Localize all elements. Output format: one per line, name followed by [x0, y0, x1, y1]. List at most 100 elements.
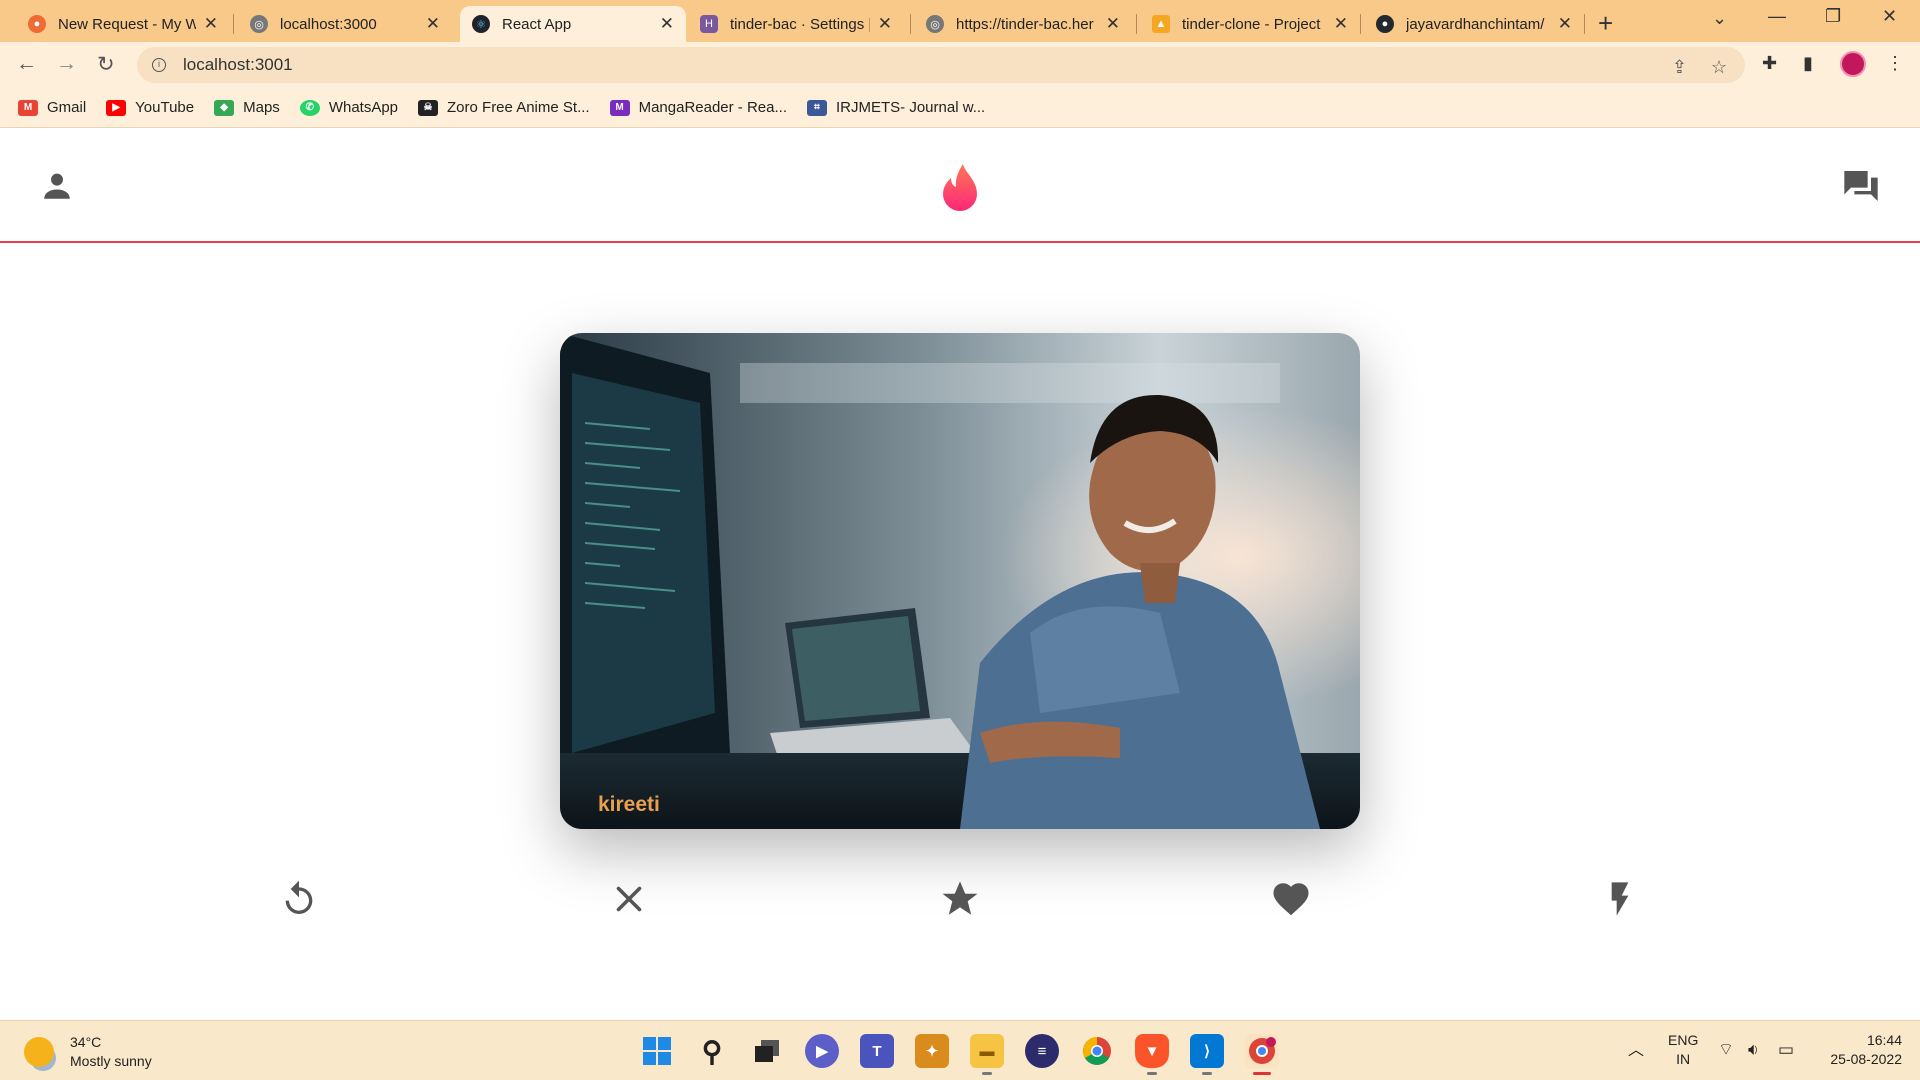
- app-header: [0, 128, 1920, 243]
- tab-label: tinder-bac · Settings |: [730, 15, 870, 33]
- zoro-icon: ☠: [418, 99, 439, 116]
- minimize-button[interactable]: —: [1768, 6, 1786, 27]
- close-icon[interactable]: ✕: [204, 14, 218, 34]
- weather-sun-icon: [24, 1037, 54, 1067]
- reload-button[interactable]: ↻: [97, 52, 115, 77]
- volume-icon[interactable]: 🔉︎: [1748, 1040, 1759, 1059]
- taskbar: 34°C Mostly sunny ⚲ ▶ T ✦ ▬ ≡ ▼ ⟩ ︿ ENG …: [0, 1020, 1920, 1080]
- forward-button[interactable]: →: [56, 52, 77, 76]
- restore-button[interactable]: ❐: [1825, 6, 1841, 27]
- bookmark-gmail[interactable]: M Gmail: [18, 99, 86, 116]
- lang-bottom: IN: [1676, 1051, 1691, 1067]
- tab-tinder-bac-heroku[interactable]: ◎ https://tinder-bac.her ✕: [914, 6, 1132, 42]
- bookmark-whatsapp[interactable]: ✆ WhatsApp: [299, 99, 399, 116]
- show-hidden-icons-icon[interactable]: ︿: [1628, 1041, 1644, 1060]
- extensions-icon[interactable]: ✚: [1762, 53, 1777, 74]
- card-photo: [560, 333, 1360, 829]
- bookmark-zoro[interactable]: ☠ Zoro Free Anime St...: [418, 99, 590, 116]
- whatsapp-icon: ✆: [299, 99, 320, 116]
- bookmark-youtube[interactable]: ▶ YouTube: [106, 99, 194, 116]
- close-icon[interactable]: ✕: [426, 14, 440, 34]
- close-icon[interactable]: ✕: [1106, 14, 1120, 34]
- tab-separator: [1136, 14, 1137, 34]
- puzzle-app-icon[interactable]: ✦: [915, 1034, 949, 1068]
- close-icon[interactable]: ✕: [878, 14, 892, 34]
- undo-button[interactable]: [275, 875, 323, 923]
- back-button[interactable]: ←: [16, 52, 37, 76]
- tab-label: jayavardhanchintam/: [1406, 15, 1545, 33]
- language-indicator[interactable]: ENG IN: [1668, 1031, 1698, 1069]
- chrome-icon[interactable]: [1080, 1034, 1114, 1068]
- share-icon[interactable]: ⇪: [1672, 57, 1687, 78]
- chat-app-icon[interactable]: ▶: [805, 1034, 839, 1068]
- windows-start-icon[interactable]: [640, 1034, 674, 1068]
- tab-search-icon[interactable]: ⌄: [1712, 8, 1727, 29]
- tab-github[interactable]: ● jayavardhanchintam/ ✕: [1364, 6, 1584, 42]
- chat-icon[interactable]: [1840, 166, 1882, 206]
- site-info-icon[interactable]: i: [152, 58, 166, 72]
- close-icon: [616, 886, 642, 912]
- profile-card[interactable]: kireeti: [560, 333, 1360, 829]
- profile-avatar[interactable]: [1840, 51, 1866, 77]
- eclipse-icon[interactable]: ≡: [1025, 1034, 1059, 1068]
- close-icon[interactable]: ✕: [660, 14, 674, 34]
- superlike-button[interactable]: [936, 875, 984, 923]
- side-panel-icon[interactable]: ▮: [1803, 53, 1813, 74]
- file-explorer-icon[interactable]: ▬: [970, 1034, 1004, 1075]
- chrome-profile-icon[interactable]: [1245, 1034, 1279, 1075]
- address-toolbar: ← → ↻ i localhost:3001 ⇪ ☆: [0, 42, 1920, 88]
- url-text[interactable]: localhost:3001: [183, 55, 293, 75]
- gmail-icon: M: [18, 99, 38, 116]
- mangareader-icon: M: [609, 99, 630, 116]
- bookmark-maps[interactable]: ◆ Maps: [214, 99, 280, 116]
- clock[interactable]: 16:44 25-08-2022: [1818, 1031, 1902, 1069]
- boost-button[interactable]: [1596, 875, 1644, 923]
- vscode-icon[interactable]: ⟩: [1190, 1034, 1224, 1075]
- weather-widget[interactable]: 34°C Mostly sunny: [24, 1033, 152, 1071]
- teams-icon[interactable]: T: [860, 1034, 894, 1068]
- task-view-icon[interactable]: [750, 1034, 784, 1068]
- bookmark-irjmets[interactable]: ⌗ IRJMETS- Journal w...: [807, 99, 985, 116]
- tab-firebase-project[interactable]: ▲ tinder-clone - Project ✕: [1140, 6, 1360, 42]
- close-icon[interactable]: ✕: [1334, 14, 1348, 34]
- bookmark-mangareader[interactable]: M MangaReader - Rea...: [609, 99, 787, 116]
- search-icon[interactable]: ⚲: [695, 1034, 729, 1068]
- tab-label: localhost:3000: [280, 15, 377, 33]
- globe-icon: ◎: [926, 15, 944, 33]
- omnibox[interactable]: i localhost:3001 ⇪ ☆: [137, 47, 1745, 83]
- tab-label: https://tinder-bac.her: [956, 15, 1094, 33]
- bookmark-label: MangaReader - Rea...: [638, 99, 787, 116]
- tab-separator: [1584, 14, 1585, 34]
- flash-icon: [1611, 882, 1629, 916]
- like-button[interactable]: [1267, 875, 1315, 923]
- tinder-flame-icon[interactable]: [935, 162, 985, 214]
- bookmark-star-icon[interactable]: ☆: [1711, 57, 1727, 78]
- nope-button[interactable]: [605, 875, 653, 923]
- tab-heroku-settings[interactable]: H tinder-bac · Settings | ✕: [688, 6, 904, 42]
- menu-icon[interactable]: ⋮: [1886, 53, 1904, 74]
- lang-top: ENG: [1668, 1032, 1699, 1048]
- maps-icon: ◆: [214, 99, 235, 116]
- tab-localhost-3000[interactable]: ◎ localhost:3000 ✕: [238, 6, 452, 42]
- battery-icon[interactable]: ▭: [1778, 1040, 1794, 1059]
- new-tab-button[interactable]: +: [1598, 8, 1613, 39]
- tab-label: tinder-clone - Project: [1182, 15, 1321, 33]
- bookmark-label: YouTube: [135, 99, 195, 116]
- bookmark-label: IRJMETS- Journal w...: [836, 99, 986, 116]
- tab-separator: [910, 14, 911, 34]
- person-icon[interactable]: [40, 169, 74, 203]
- replay-icon: [285, 880, 313, 914]
- tab-react-app[interactable]: ⚛ React App ✕: [460, 6, 686, 42]
- close-icon[interactable]: ✕: [1558, 14, 1572, 34]
- tab-separator: [233, 14, 234, 34]
- close-window-button[interactable]: ✕: [1882, 6, 1897, 27]
- brave-icon[interactable]: ▼: [1135, 1034, 1169, 1075]
- youtube-icon: ▶: [106, 99, 127, 116]
- tab-postman[interactable]: ● New Request - My W ✕: [16, 6, 230, 42]
- bookmark-label: Maps: [243, 99, 280, 116]
- bookmark-label: WhatsApp: [328, 99, 399, 116]
- clock-time: 16:44: [1866, 1032, 1902, 1048]
- bookmark-label: Zoro Free Anime St...: [447, 99, 590, 116]
- wifi-icon[interactable]: ⌔: [1718, 1040, 1734, 1059]
- react-icon: ⚛: [472, 15, 490, 33]
